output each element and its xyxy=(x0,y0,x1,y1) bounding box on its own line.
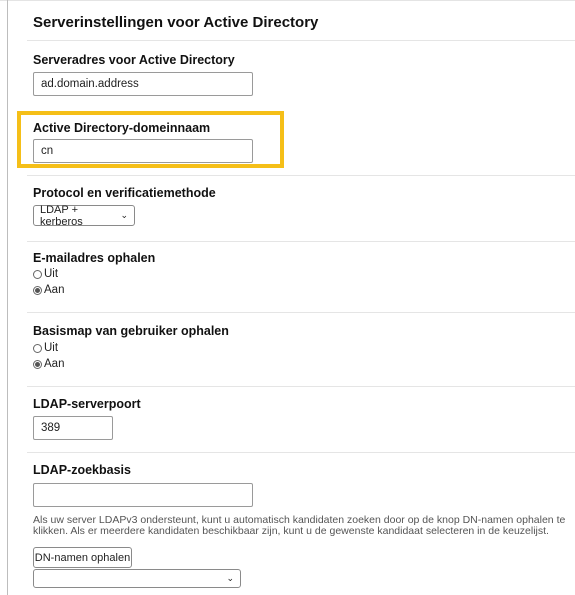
home-folder-option-on[interactable]: Aan xyxy=(33,358,64,370)
radio-icon[interactable] xyxy=(33,343,42,353)
chevron-down-icon: ⌄ xyxy=(226,573,234,583)
section-title: Serverinstellingen voor Active Directory xyxy=(33,14,319,31)
chevron-down-icon: ⌄ xyxy=(120,210,128,220)
divider xyxy=(27,241,575,242)
ldap-search-base-input[interactable] xyxy=(33,483,253,507)
radio-label: Aan xyxy=(44,284,65,296)
fetch-dn-button[interactable]: DN-namen ophalen xyxy=(33,547,132,568)
email-fetch-option-off[interactable]: Uit xyxy=(33,268,58,280)
domain-name-input[interactable] xyxy=(33,139,253,163)
divider xyxy=(27,312,575,313)
protocol-selected-value: LDAP + kerberos xyxy=(40,203,83,228)
divider xyxy=(27,386,575,387)
radio-label: Uit xyxy=(44,342,59,354)
domain-name-label: Active Directory-domeinnaam xyxy=(33,121,211,135)
radio-selected-icon[interactable] xyxy=(33,285,42,295)
protocol-label: Protocol en verificatiemethode xyxy=(33,186,216,200)
protocol-select[interactable]: LDAP + kerberos ⌄ xyxy=(33,203,135,228)
server-address-label: Serveradres voor Active Directory xyxy=(33,53,235,67)
dn-candidate-select[interactable]: ⌄ xyxy=(33,569,241,588)
ldap-search-base-help: Als uw server LDAPv3 ondersteunt, kunt u… xyxy=(33,514,566,537)
ldap-port-label: LDAP-serverpoort xyxy=(33,397,141,411)
top-border xyxy=(0,0,575,1)
divider xyxy=(27,175,575,176)
email-fetch-label: E-mailadres ophalen xyxy=(33,251,156,265)
ldap-search-base-label: LDAP-zoekbasis xyxy=(33,463,131,477)
radio-icon[interactable] xyxy=(33,269,42,279)
email-fetch-option-on[interactable]: Aan xyxy=(33,284,64,296)
divider xyxy=(27,40,575,41)
ldap-port-input[interactable] xyxy=(33,416,113,440)
left-border xyxy=(7,0,8,595)
radio-selected-icon[interactable] xyxy=(33,359,42,369)
divider xyxy=(27,452,575,453)
radio-label: Uit xyxy=(44,268,59,280)
radio-label: Aan xyxy=(44,358,65,370)
server-address-input[interactable] xyxy=(33,72,253,96)
home-folder-label: Basismap van gebruiker ophalen xyxy=(33,324,229,338)
home-folder-option-off[interactable]: Uit xyxy=(33,342,58,354)
